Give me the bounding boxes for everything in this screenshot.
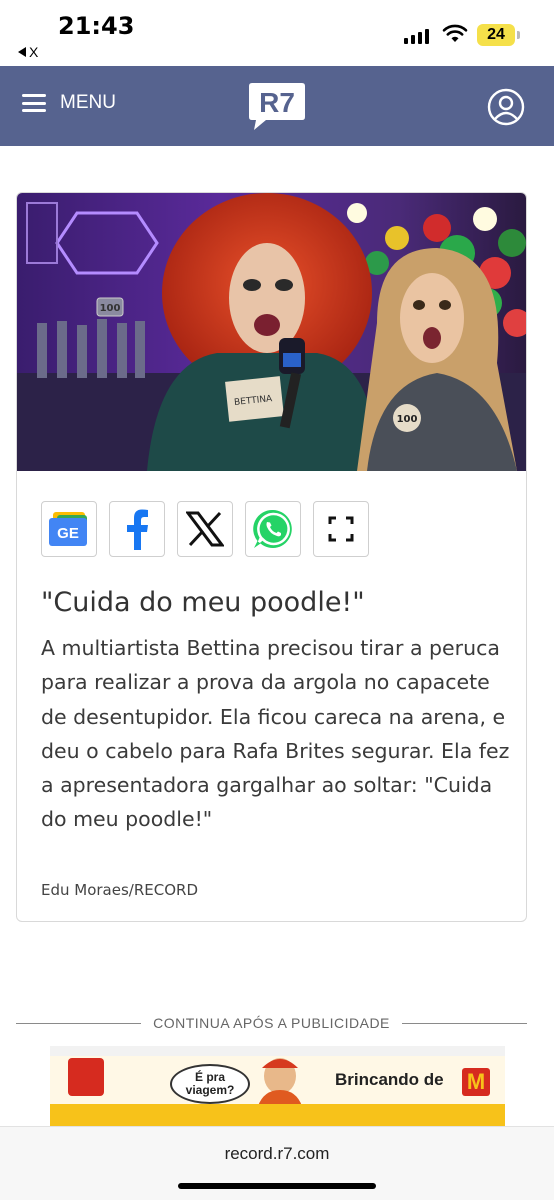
x-icon: [186, 511, 224, 547]
menu-label: MENU: [60, 92, 116, 113]
article-body: A multiartista Bettina precisou tirar a …: [41, 636, 510, 832]
ad-divider-label: CONTINUA APÓS A PUBLICIDADE: [153, 1015, 390, 1031]
url-text[interactable]: record.r7.com: [0, 1144, 554, 1164]
back-to-app-button[interactable]: X: [18, 44, 38, 60]
browser-url-bar[interactable]: record.r7.com: [0, 1126, 554, 1200]
logo-text: R7: [259, 87, 295, 118]
divider-line-left: [16, 1022, 142, 1024]
share-buttons: GE: [41, 501, 369, 557]
ad-banner[interactable]: É pra viagem? Brincando de M: [50, 1046, 505, 1126]
article-photo[interactable]: 100 BETTINA 100: [17, 193, 526, 471]
google-news-share-button[interactable]: GE: [41, 501, 97, 557]
status-time: 21:43: [58, 12, 135, 40]
ad-bottom-strip: [50, 1104, 505, 1126]
back-app-label: X: [29, 44, 39, 60]
site-header: MENU R7: [0, 66, 554, 146]
wifi-icon: [442, 24, 468, 42]
expand-icon: [328, 516, 354, 542]
facebook-icon: [127, 509, 148, 550]
ad-banner-text: Brincando de: [335, 1070, 444, 1089]
battery-indicator: 24: [477, 24, 520, 46]
ad-child-image: [258, 1058, 302, 1106]
photo-credit: Edu Moraes/RECORD: [41, 881, 199, 899]
menu-button[interactable]: MENU: [22, 92, 116, 114]
divider-line-right: [401, 1022, 528, 1024]
article-card: 100 BETTINA 100 GE "Cuida do meu poodle!…: [16, 192, 527, 922]
home-indicator[interactable]: [178, 1183, 376, 1189]
facebook-share-button[interactable]: [109, 501, 165, 557]
whatsapp-share-button[interactable]: [245, 501, 301, 557]
photo-badge-number: 100: [397, 414, 418, 425]
x-share-button[interactable]: [177, 501, 233, 557]
back-arrow-icon: [18, 47, 26, 57]
happy-meal-box-image: [68, 1058, 104, 1096]
google-news-icon: GE: [49, 512, 87, 546]
hamburger-icon: [22, 94, 46, 112]
article-headline: "Cuida do meu poodle!": [41, 587, 365, 618]
r7-logo[interactable]: R7: [248, 81, 306, 131]
user-account-icon[interactable]: [487, 88, 525, 126]
status-bar: 21:43 X 24: [0, 0, 554, 66]
mcdonalds-logo: M: [462, 1068, 490, 1096]
ad-divider: CONTINUA APÓS A PUBLICIDADE: [16, 1012, 528, 1034]
expand-button[interactable]: [313, 501, 369, 557]
ad-speech-bubble: É pra viagem?: [170, 1064, 250, 1104]
whatsapp-icon: [253, 509, 292, 548]
cellular-signal-icon: [404, 28, 429, 44]
photo-number-sign: 100: [100, 303, 121, 314]
google-news-label: GE: [57, 525, 79, 542]
